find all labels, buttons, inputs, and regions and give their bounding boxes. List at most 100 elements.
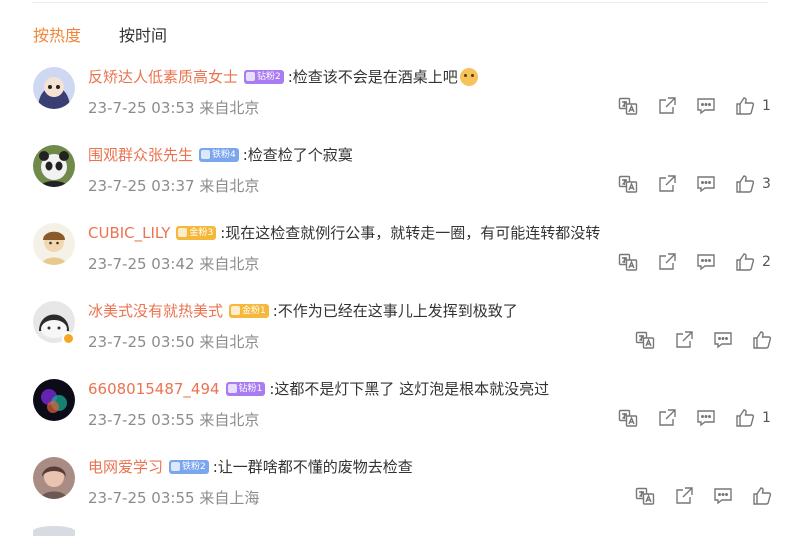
translate-icon	[635, 331, 655, 349]
like-button[interactable]	[752, 486, 772, 506]
share-icon	[676, 487, 693, 504]
username-link[interactable]: 6608015487_494	[88, 380, 220, 398]
comment-icon	[697, 410, 715, 427]
share-button[interactable]	[674, 486, 694, 506]
comment-item: 冰美式没有就热美式 金粉1 :不作为已经在这事儿上发挥到极致了 23-7-25 …	[0, 294, 800, 372]
share-icon	[659, 97, 676, 114]
fan-badge: 钻粉2	[244, 69, 284, 84]
avatar[interactable]	[33, 145, 75, 187]
comment-text: :这都不是灯下黑了 这灯泡是根本就没亮过	[269, 380, 550, 398]
share-button[interactable]	[657, 174, 677, 194]
comment-text: :检查检了个寂寞	[242, 146, 353, 164]
comment-icon	[697, 98, 715, 115]
reply-button[interactable]	[696, 96, 716, 116]
comment-meta: 23-7-25 03:42 来自北京	[88, 253, 259, 274]
thumbs-up-icon	[736, 175, 755, 193]
comment-item: 反矫达人低素质高女士 钻粉2 :检查该不会是在酒桌上吧 23-7-25 03:5…	[0, 60, 800, 138]
share-button[interactable]	[674, 330, 694, 350]
tab-by-hot[interactable]: 按热度	[33, 22, 81, 46]
username-link[interactable]: 围观群众张先生	[88, 144, 193, 165]
comment-actions: 1	[618, 96, 771, 116]
comment-list: 反矫达人低素质高女士 钻粉2 :检查该不会是在酒桌上吧 23-7-25 03:5…	[0, 60, 800, 528]
thumbs-up-icon	[736, 253, 755, 271]
share-icon	[659, 253, 676, 270]
comment-meta: 23-7-25 03:55 来自北京	[88, 409, 259, 430]
reply-button[interactable]	[696, 252, 716, 272]
badge-icon	[231, 306, 241, 315]
translate-button[interactable]	[635, 330, 655, 350]
badge-label: 金粉1	[242, 305, 266, 316]
avatar[interactable]	[33, 457, 75, 499]
like-count: 1	[762, 98, 771, 114]
translate-button[interactable]	[618, 408, 638, 428]
badge-label: 铁粉2	[182, 461, 206, 472]
comment-item: 6608015487_494 钻粉1 :这都不是灯下黑了 这灯泡是根本就没亮过 …	[0, 372, 800, 450]
like-button[interactable]: 2	[735, 252, 771, 272]
translate-button[interactable]	[618, 252, 638, 272]
like-button[interactable]: 1	[735, 408, 771, 428]
like-button[interactable]	[752, 330, 772, 350]
translate-button[interactable]	[618, 174, 638, 194]
comment-time: 23-7-25 03:50	[88, 333, 195, 351]
comment-item: 电网爱学习 铁粉2 :让一群啥都不懂的废物去检查 23-7-25 03:55 来…	[0, 450, 800, 528]
comment-actions: 2	[618, 252, 771, 272]
avatar[interactable]	[33, 223, 75, 265]
comment-location: 来自上海	[199, 489, 260, 507]
reply-button[interactable]	[696, 408, 716, 428]
translate-icon	[618, 253, 638, 271]
translate-icon	[635, 487, 655, 505]
share-button[interactable]	[657, 408, 677, 428]
comment-text: :检查该不会是在酒桌上吧	[287, 68, 458, 86]
comment-location: 来自北京	[199, 255, 260, 273]
badge-label: 铁粉4	[212, 149, 236, 160]
badge-icon	[246, 72, 256, 81]
reply-button[interactable]	[713, 330, 733, 350]
share-button[interactable]	[657, 252, 677, 272]
tab-by-time[interactable]: 按时间	[119, 22, 167, 46]
username-link[interactable]: CUBIC_LILY	[88, 224, 170, 242]
comment-item: 围观群众张先生 铁粉4 :检查检了个寂寞 23-7-25 03:37 来自北京 …	[0, 138, 800, 216]
badge-label: 钻粉1	[238, 383, 263, 394]
badge-icon	[227, 384, 237, 393]
comment-icon	[714, 488, 732, 505]
comment-icon	[697, 254, 715, 271]
fan-badge: 铁粉4	[199, 147, 239, 162]
translate-icon	[618, 97, 638, 115]
reply-button[interactable]	[713, 486, 733, 506]
comment-time: 23-7-25 03:42	[88, 255, 195, 273]
fan-badge: 金粉1	[229, 303, 269, 318]
reply-button[interactable]	[696, 174, 716, 194]
comment-time: 23-7-25 03:55	[88, 411, 195, 429]
comment-meta: 23-7-25 03:55 来自上海	[88, 487, 259, 508]
top-divider	[32, 2, 768, 3]
comment-time: 23-7-25 03:37	[88, 177, 195, 195]
avatar[interactable]	[33, 67, 75, 109]
comment-location: 来自北京	[199, 177, 260, 195]
comment-item: CUBIC_LILY 金粉3 :现在这检查就例行公事，就转走一圈，有可能连转都没…	[0, 216, 800, 294]
badge-label: 金粉3	[189, 227, 214, 238]
translate-icon	[618, 175, 638, 193]
thumbs-up-icon	[736, 97, 755, 115]
comment-meta: 23-7-25 03:37 来自北京	[88, 175, 259, 196]
like-button[interactable]: 3	[735, 174, 771, 194]
translate-button[interactable]	[635, 486, 655, 506]
username-link[interactable]: 电网爱学习	[88, 456, 163, 477]
badge-icon	[171, 462, 181, 471]
fan-badge: 钻粉1	[225, 381, 266, 396]
translate-button[interactable]	[618, 96, 638, 116]
thumbs-up-icon	[753, 331, 772, 349]
comment-time: 23-7-25 03:53	[88, 99, 195, 117]
comment-icon	[697, 176, 715, 193]
sort-tabs: 按热度 按时间	[33, 22, 167, 46]
comment-text: :不作为已经在这事儿上发挥到极致了	[272, 302, 518, 320]
share-button[interactable]	[657, 96, 677, 116]
verified-badge-icon	[62, 332, 75, 345]
comment-text: :现在这检查就例行公事，就转走一圈，有可能连转都没转	[220, 224, 601, 242]
like-button[interactable]: 1	[735, 96, 771, 116]
avatar[interactable]	[33, 526, 75, 536]
avatar[interactable]	[33, 379, 75, 421]
username-link[interactable]: 反矫达人低素质高女士	[88, 66, 238, 87]
thumbs-up-icon	[736, 409, 755, 427]
username-link[interactable]: 冰美式没有就热美式	[88, 300, 223, 321]
share-icon	[659, 175, 676, 192]
